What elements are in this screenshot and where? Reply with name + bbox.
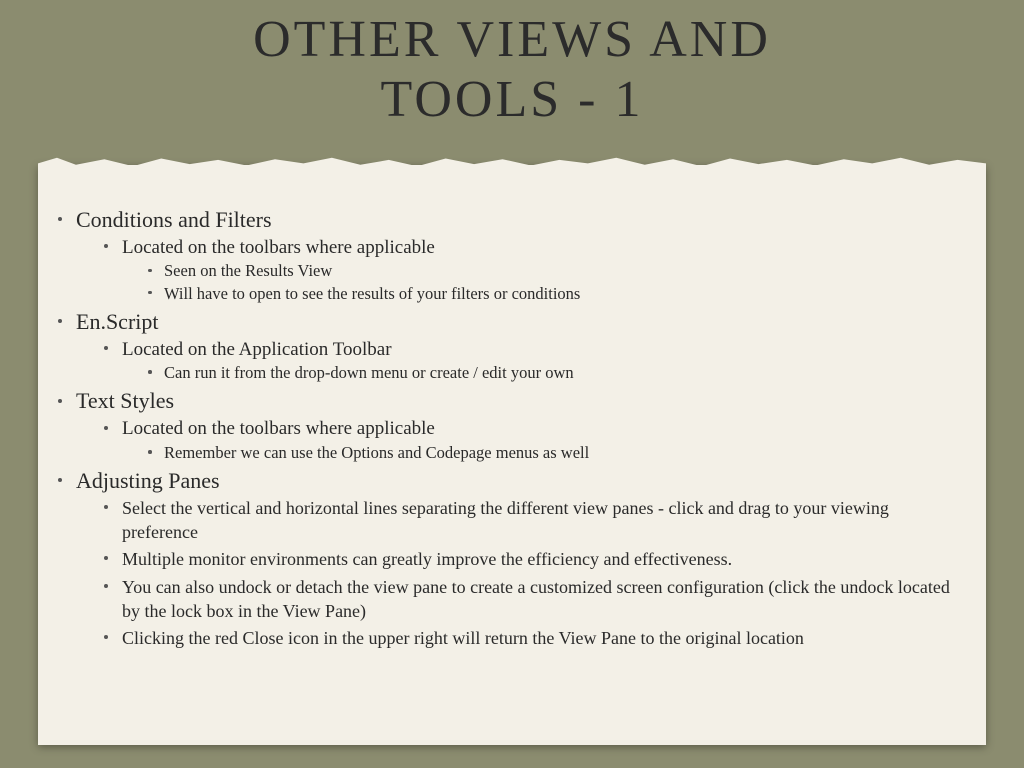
subsubitem: Remember we can use the Options and Code…: [140, 442, 966, 464]
subitem: Select the vertical and horizontal lines…: [94, 496, 966, 545]
subitem-text: Located on the toolbars where applicable: [122, 237, 435, 258]
subitem: Multiple monitor environments can greatl…: [94, 547, 966, 571]
slide-title: OTHER VIEWS AND TOOLS - 1: [0, 0, 1024, 130]
subitem: Located on the Application Toolbar Can r…: [94, 337, 966, 385]
slide-content: Conditions and Filters Located on the to…: [38, 165, 986, 674]
title-line-2: TOOLS - 1: [381, 71, 644, 128]
section-heading: Text Styles: [76, 388, 174, 413]
subitem: You can also undock or detach the view p…: [94, 575, 966, 624]
section-enscript: En.Script Located on the Application Too…: [48, 307, 966, 385]
subitem: Located on the toolbars where applicable…: [94, 235, 966, 305]
subsubitem: Will have to open to see the results of …: [140, 283, 966, 305]
subitem-text: Located on the toolbars where applicable: [122, 418, 435, 439]
subsubitem: Seen on the Results View: [140, 260, 966, 282]
subsubitem: Can run it from the drop-down menu or cr…: [140, 362, 966, 384]
section-adjusting-panes: Adjusting Panes Select the vertical and …: [48, 466, 966, 650]
section-text-styles: Text Styles Located on the toolbars wher…: [48, 386, 966, 464]
section-conditions: Conditions and Filters Located on the to…: [48, 205, 966, 305]
title-line-1: OTHER VIEWS AND: [253, 11, 771, 68]
section-heading: Conditions and Filters: [76, 207, 272, 232]
subitem: Clicking the red Close icon in the upper…: [94, 626, 966, 650]
section-heading: Adjusting Panes: [76, 468, 220, 493]
subitem: Located on the toolbars where applicable…: [94, 416, 966, 464]
subitem-text: Located on the Application Toolbar: [122, 339, 392, 360]
outline-root: Conditions and Filters Located on the to…: [48, 205, 966, 651]
section-heading: En.Script: [76, 309, 159, 334]
paper-panel: Conditions and Filters Located on the to…: [38, 165, 986, 745]
